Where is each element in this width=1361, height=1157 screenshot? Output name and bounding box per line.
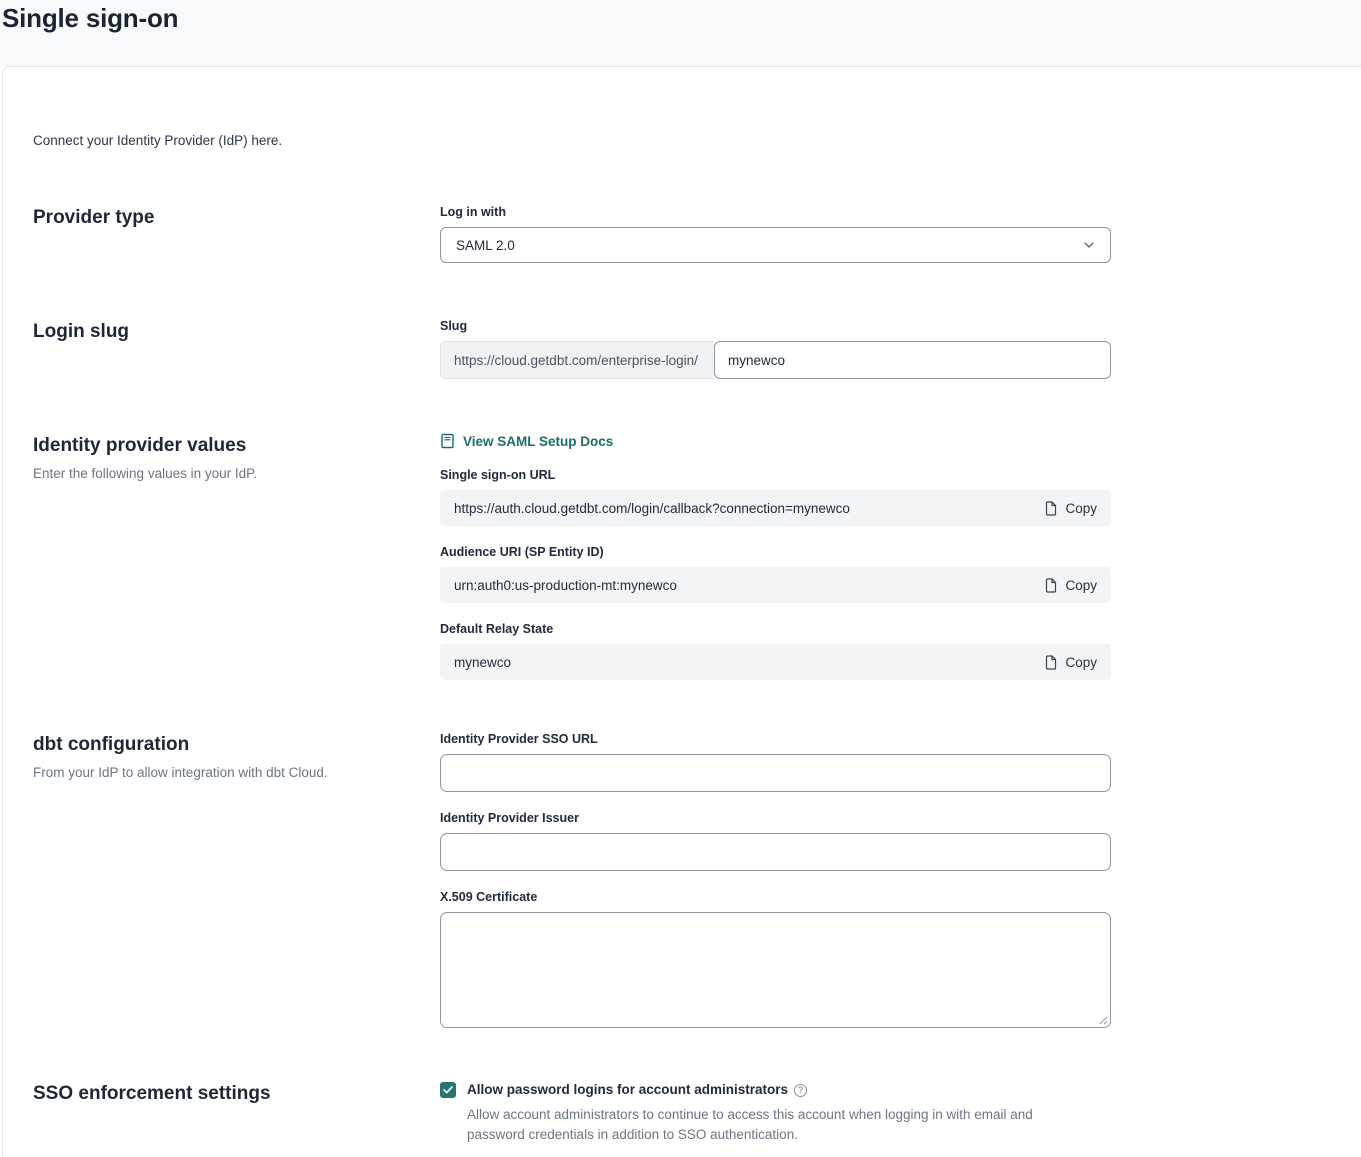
sso-enforcement-section: SSO enforcement settings Allow password … [33,1081,1361,1145]
password-logins-description: Allow account administrators to continue… [467,1105,1085,1145]
idp-values-section: Identity provider values Enter the follo… [33,433,1361,680]
certificate-group: X.509 Certificate [440,890,1111,1028]
password-logins-label: Allow password logins for account admini… [467,1082,788,1097]
view-saml-docs-label: View SAML Setup Docs [463,434,613,449]
copy-audience-uri-button[interactable]: Copy [1044,578,1097,593]
slug-input[interactable] [714,341,1111,379]
journal-text-icon [440,433,455,449]
copy-icon [1044,501,1057,516]
audience-uri-group: Audience URI (SP Entity ID) urn:auth0:us… [440,545,1111,603]
copy-icon [1044,578,1057,593]
sso-url-value: https://auth.cloud.getdbt.com/login/call… [454,501,850,516]
audience-uri-label: Audience URI (SP Entity ID) [440,545,1111,559]
copy-sso-url-button[interactable]: Copy [1044,501,1097,516]
sso-settings-card: Connect your Identity Provider (IdP) her… [2,66,1361,1157]
login-with-label: Log in with [440,205,1111,219]
login-slug-section: Login slug Slug https://cloud.getdbt.com… [33,319,1361,379]
idp-issuer-input[interactable] [440,833,1111,871]
login-with-selected-value: SAML 2.0 [456,238,515,253]
certificate-textarea[interactable] [440,912,1111,1028]
checkmark-icon [443,1086,453,1094]
copy-button-label: Copy [1065,655,1097,670]
resize-handle[interactable] [1098,1015,1108,1025]
audience-uri-value: urn:auth0:us-production-mt:mynewco [454,578,677,593]
help-circle-icon[interactable]: ? [794,1084,807,1097]
view-saml-docs-link[interactable]: View SAML Setup Docs [440,433,613,449]
sso-url-group: Single sign-on URL https://auth.cloud.ge… [440,468,1111,526]
idp-sso-url-input[interactable] [440,754,1111,792]
login-slug-heading: Login slug [33,321,440,343]
idp-values-heading: Identity provider values [33,435,440,457]
slug-field: https://cloud.getdbt.com/enterprise-logi… [440,341,1111,379]
dbt-configuration-subheading: From your IdP to allow integration with … [33,765,440,780]
copy-button-label: Copy [1065,501,1097,516]
relay-state-value: mynewco [454,655,511,670]
certificate-label: X.509 Certificate [440,890,1111,904]
copy-relay-state-button[interactable]: Copy [1044,655,1097,670]
chevron-down-icon [1083,241,1095,249]
sso-url-row: https://auth.cloud.getdbt.com/login/call… [440,490,1111,526]
page-title: Single sign-on [2,3,1361,34]
dbt-configuration-section: dbt configuration From your IdP to allow… [33,732,1361,1028]
relay-state-row: mynewco Copy [440,644,1111,680]
provider-type-section: Provider type Log in with SAML 2.0 [33,205,1361,263]
password-logins-option: Allow password logins for account admini… [440,1081,1111,1145]
sso-url-label: Single sign-on URL [440,468,1111,482]
slug-prefix: https://cloud.getdbt.com/enterprise-logi… [440,341,714,379]
slug-label: Slug [440,319,1111,333]
password-logins-checkbox[interactable] [440,1082,456,1098]
idp-sso-url-group: Identity Provider SSO URL [440,732,1111,792]
intro-text: Connect your Identity Provider (IdP) her… [33,133,1361,148]
copy-button-label: Copy [1065,578,1097,593]
login-with-select[interactable]: SAML 2.0 [440,227,1111,263]
idp-values-subheading: Enter the following values in your IdP. [33,466,440,481]
provider-type-heading: Provider type [33,207,440,229]
relay-state-group: Default Relay State mynewco Copy [440,622,1111,680]
copy-icon [1044,655,1057,670]
dbt-configuration-heading: dbt configuration [33,734,440,756]
idp-issuer-label: Identity Provider Issuer [440,811,1111,825]
idp-sso-url-label: Identity Provider SSO URL [440,732,1111,746]
audience-uri-row: urn:auth0:us-production-mt:mynewco Copy [440,567,1111,603]
idp-issuer-group: Identity Provider Issuer [440,811,1111,871]
sso-enforcement-heading: SSO enforcement settings [33,1083,440,1105]
page-header: Single sign-on [0,0,1361,66]
relay-state-label: Default Relay State [440,622,1111,636]
